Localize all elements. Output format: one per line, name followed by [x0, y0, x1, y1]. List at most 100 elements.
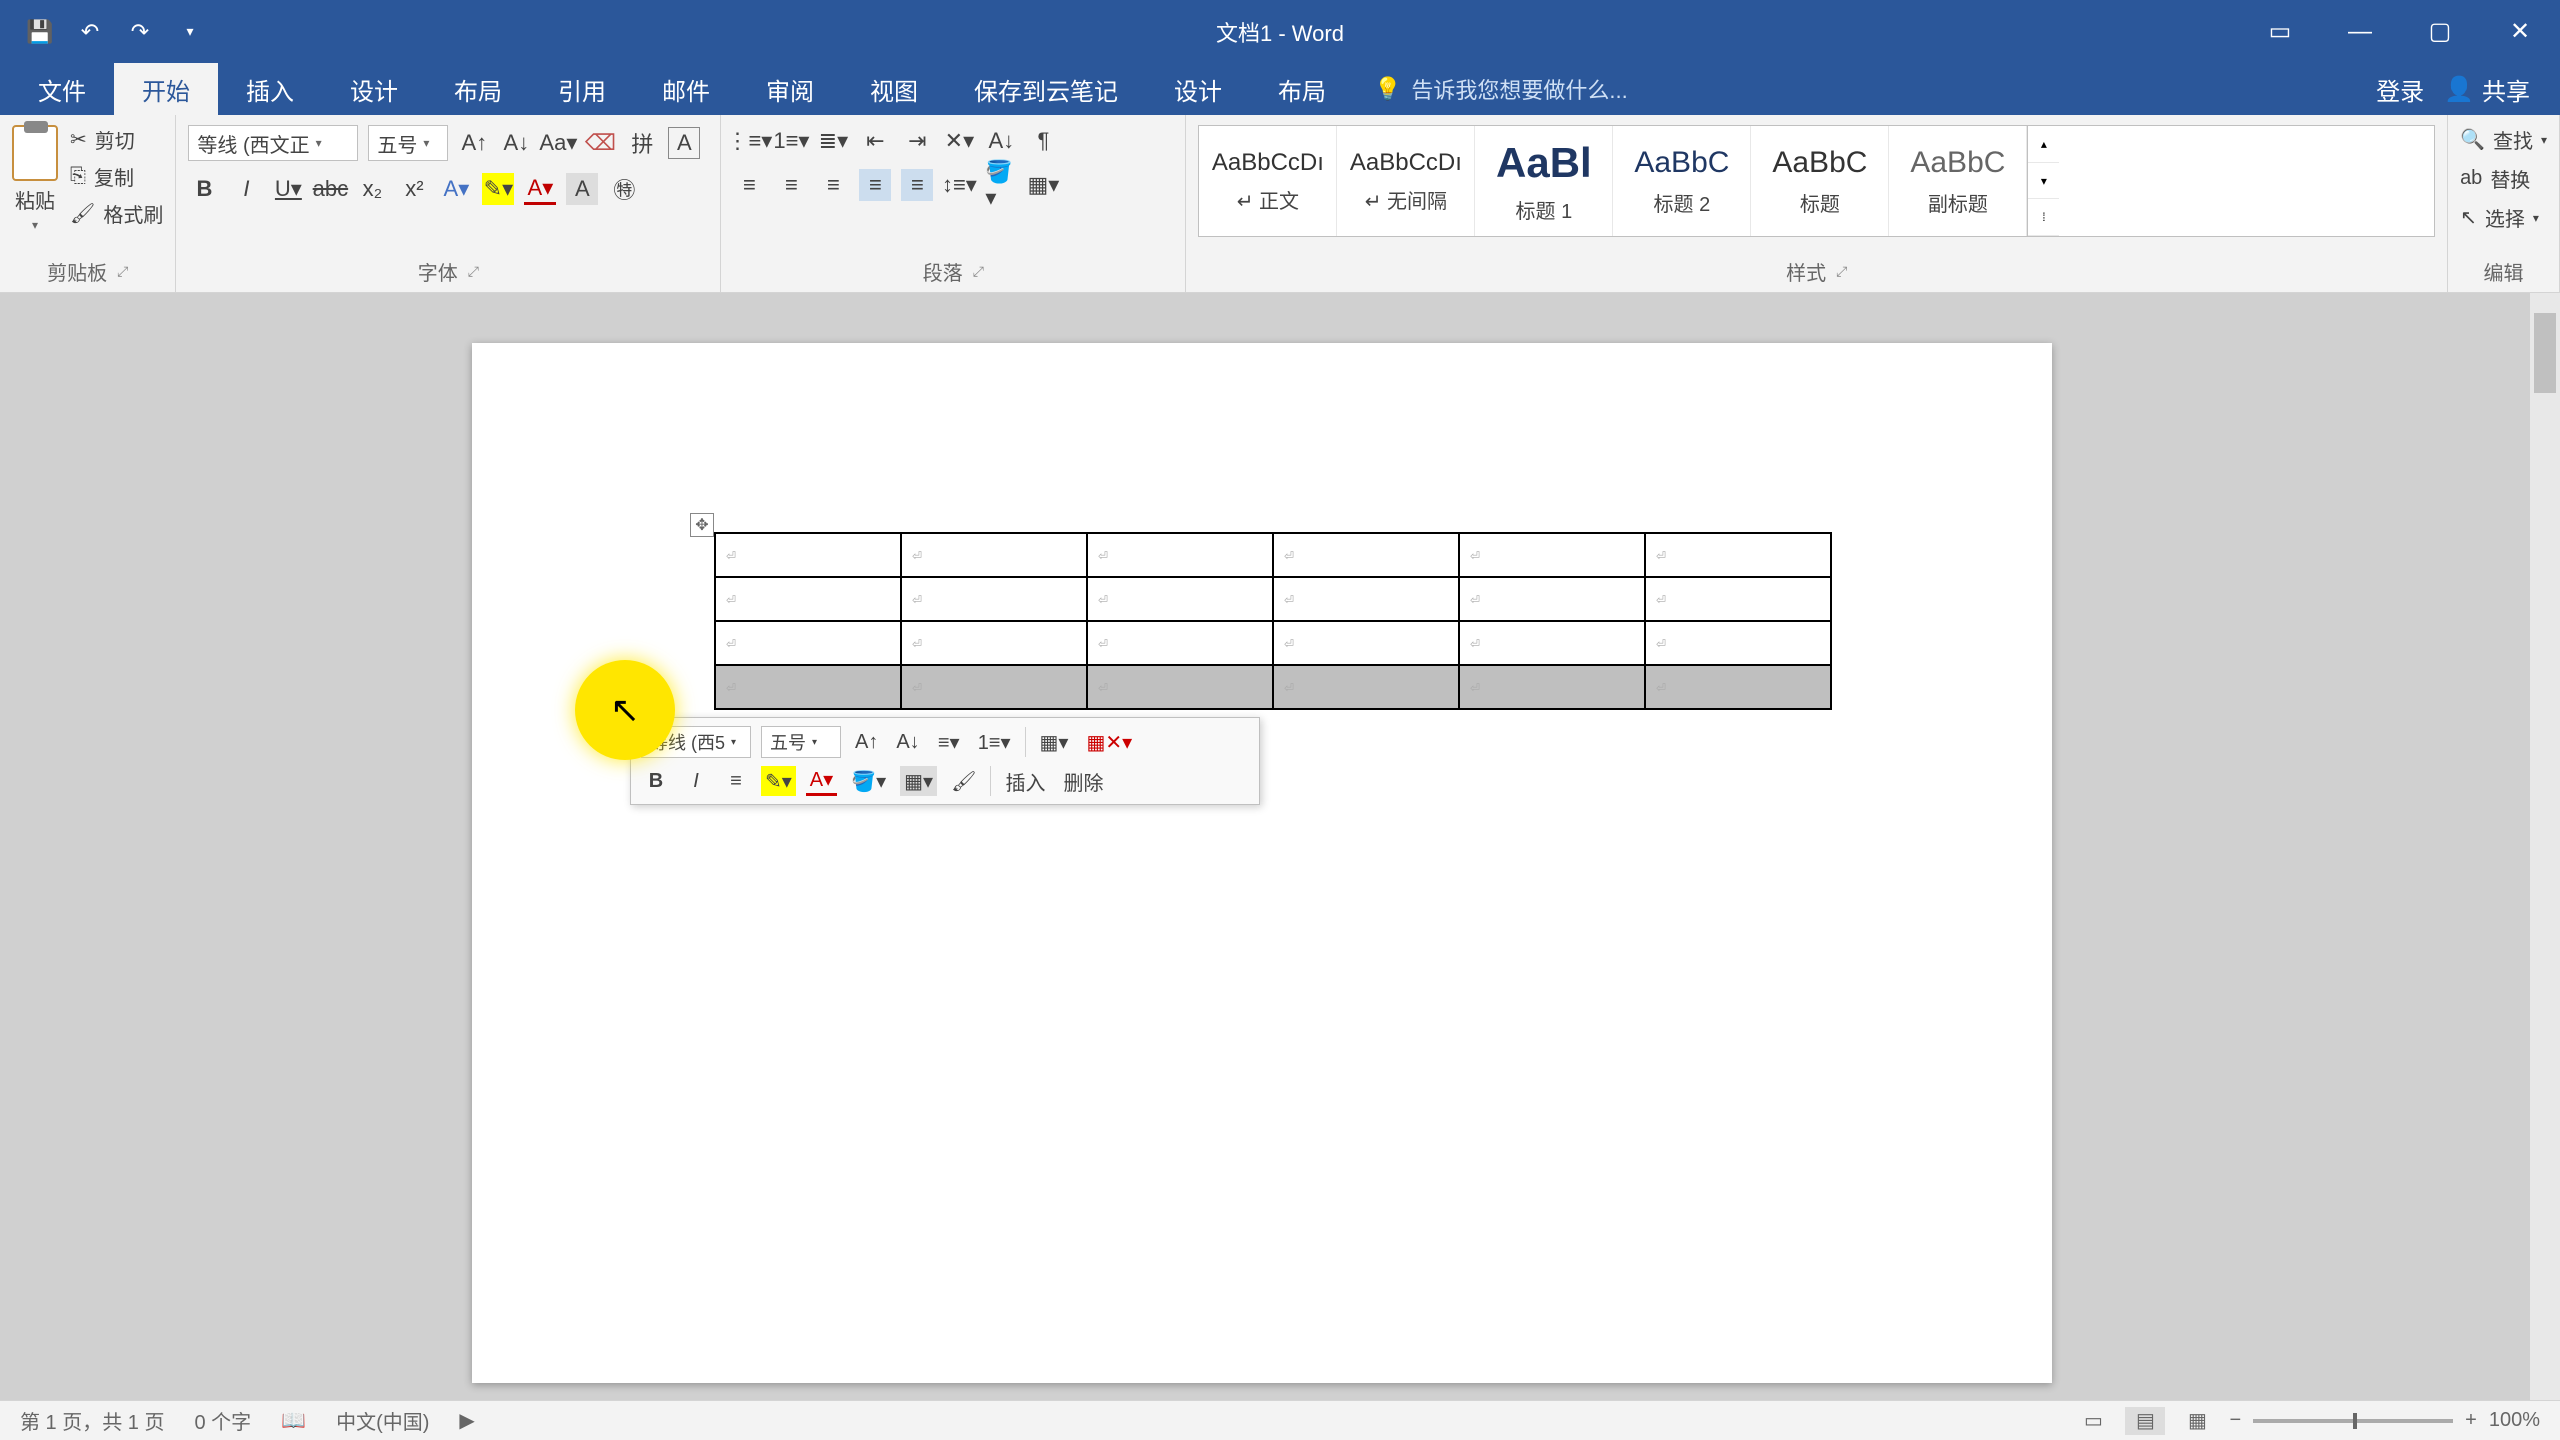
strikethrough-button[interactable]: abc — [314, 173, 346, 205]
char-border-icon[interactable]: A — [668, 127, 700, 159]
font-size-combo[interactable]: 五号▾ — [368, 125, 448, 161]
font-color-icon[interactable]: A▾ — [524, 173, 556, 205]
status-words[interactable]: 0 个字 — [194, 1406, 251, 1435]
text-effects-icon[interactable]: A▾ — [440, 173, 472, 205]
page[interactable]: ✥ ⏎⏎⏎⏎⏎⏎ ⏎⏎⏎⏎⏎⏎ ⏎⏎⏎⏎⏎⏎ ⏎⏎⏎⏎⏎⏎ ↖ 等线 (西5▾ … — [472, 343, 2052, 1383]
login-button[interactable]: 登录 — [2376, 72, 2424, 107]
vertical-scrollbar[interactable] — [2530, 293, 2560, 1400]
decrease-indent-icon[interactable]: ⇤ — [859, 125, 891, 157]
find-button[interactable]: 🔍查找▾ — [2460, 125, 2547, 154]
style-subtitle[interactable]: AaBbC副标题 — [1889, 126, 2027, 236]
borders-icon[interactable]: ▦▾ — [1027, 169, 1059, 201]
status-macro-icon[interactable]: ▶ — [459, 1408, 474, 1433]
qat-customize-icon[interactable]: ▾ — [170, 12, 210, 52]
tab-table-design[interactable]: 设计 — [1146, 63, 1250, 115]
tab-save-cloud[interactable]: 保存到云笔记 — [946, 63, 1146, 115]
align-left-icon[interactable]: ≡ — [733, 169, 765, 201]
document-table[interactable]: ⏎⏎⏎⏎⏎⏎ ⏎⏎⏎⏎⏎⏎ ⏎⏎⏎⏎⏎⏎ ⏎⏎⏎⏎⏎⏎ — [714, 532, 1832, 710]
tab-file[interactable]: 文件 — [10, 63, 114, 115]
zoom-in-button[interactable]: + — [2465, 1409, 2477, 1432]
dialog-launcher-icon[interactable]: ⤢ — [468, 263, 479, 280]
share-button[interactable]: 👤 共享 — [2444, 72, 2530, 107]
mini-delete-button[interactable]: 删除 — [1059, 766, 1107, 796]
format-painter-button[interactable]: 🖌格式刷 — [70, 199, 163, 228]
phonetic-guide-icon[interactable]: 拼 — [626, 127, 658, 159]
tab-design[interactable]: 设计 — [322, 63, 426, 115]
table-row[interactable]: ⏎⏎⏎⏎⏎⏎ — [715, 533, 1831, 577]
status-language[interactable]: 中文(中国) — [336, 1406, 429, 1435]
zoom-out-button[interactable]: − — [2229, 1409, 2241, 1432]
minimize-icon[interactable]: — — [2320, 0, 2400, 63]
char-shading-icon[interactable]: A — [566, 173, 598, 205]
mini-bullets-icon[interactable]: ≡▾ — [934, 727, 964, 757]
status-proofing-icon[interactable]: 📖 — [281, 1408, 306, 1433]
style-no-spacing[interactable]: AaBbCcDı↵ 无间隔 — [1337, 126, 1475, 236]
tab-references[interactable]: 引用 — [530, 63, 634, 115]
mini-insert-button[interactable]: 插入 — [1001, 766, 1049, 796]
style-heading2[interactable]: AaBbC标题 2 — [1613, 126, 1751, 236]
select-button[interactable]: ↖选择▾ — [2460, 203, 2547, 232]
mini-align-icon[interactable]: ≡ — [721, 766, 751, 796]
tab-home[interactable]: 开始 — [114, 63, 218, 115]
multilevel-icon[interactable]: ≣▾ — [817, 125, 849, 157]
tab-table-layout[interactable]: 布局 — [1250, 63, 1354, 115]
zoom-slider[interactable] — [2253, 1419, 2453, 1423]
font-name-combo[interactable]: 等线 (西文正▾ — [188, 125, 358, 161]
mini-delete-table-icon[interactable]: ▦✕▾ — [1082, 727, 1136, 757]
table-row[interactable]: ⏎⏎⏎⏎⏎⏎ — [715, 621, 1831, 665]
mini-numbering-icon[interactable]: 1≡▾ — [974, 727, 1015, 757]
scroll-thumb[interactable] — [2534, 313, 2556, 393]
bold-button[interactable]: B — [188, 173, 220, 205]
table-row-selected[interactable]: ⏎⏎⏎⏎⏎⏎ — [715, 665, 1831, 709]
save-icon[interactable]: 💾 — [20, 12, 60, 52]
mini-borders-icon[interactable]: ▦▾ — [900, 766, 937, 796]
dialog-launcher-icon[interactable]: ⤢ — [1836, 263, 1847, 280]
status-page[interactable]: 第 1 页，共 1 页 — [20, 1406, 164, 1435]
mini-format-painter-icon[interactable]: 🖌 — [947, 766, 980, 796]
copy-button[interactable]: ⎘复制 — [70, 162, 163, 191]
line-spacing-icon[interactable]: ↕≡▾ — [943, 169, 975, 201]
tab-layout[interactable]: 布局 — [426, 63, 530, 115]
numbering-icon[interactable]: 1≡▾ — [775, 125, 807, 157]
maximize-icon[interactable]: ▢ — [2400, 0, 2480, 63]
styles-scroll[interactable]: ▴▾⁞ — [2027, 126, 2059, 236]
dialog-launcher-icon[interactable]: ⤢ — [973, 263, 984, 280]
bullets-icon[interactable]: ⋮≡▾ — [733, 125, 765, 157]
table-move-handle[interactable]: ✥ — [690, 513, 714, 537]
shrink-font-icon[interactable]: A↓ — [500, 127, 532, 159]
tab-view[interactable]: 视图 — [842, 63, 946, 115]
view-read-icon[interactable]: ▭ — [2073, 1407, 2113, 1435]
superscript-button[interactable]: x² — [398, 173, 430, 205]
tab-insert[interactable]: 插入 — [218, 63, 322, 115]
mini-italic-button[interactable]: I — [681, 766, 711, 796]
grow-font-icon[interactable]: A↑ — [458, 127, 490, 159]
mini-shading-icon[interactable]: 🪣▾ — [847, 766, 890, 796]
change-case-icon[interactable]: Aa▾ — [542, 127, 574, 159]
distributed-icon[interactable]: ≡ — [901, 169, 933, 201]
tab-review[interactable]: 审阅 — [738, 63, 842, 115]
mini-shrink-icon[interactable]: A↓ — [892, 727, 923, 757]
shading-icon[interactable]: 🪣▾ — [985, 169, 1017, 201]
ribbon-display-icon[interactable]: ▭ — [2240, 0, 2320, 63]
cut-button[interactable]: ✂剪切 — [70, 125, 163, 154]
table-row[interactable]: ⏎⏎⏎⏎⏎⏎ — [715, 577, 1831, 621]
justify-icon[interactable]: ≡ — [859, 169, 891, 201]
style-normal[interactable]: AaBbCcDı↵ 正文 — [1199, 126, 1337, 236]
sort-icon[interactable]: A↓ — [985, 125, 1017, 157]
paste-button[interactable]: 粘贴 ▾ — [12, 125, 58, 232]
show-marks-icon[interactable]: ¶ — [1027, 125, 1059, 157]
mini-bold-button[interactable]: B — [641, 766, 671, 796]
underline-button[interactable]: U▾ — [272, 173, 304, 205]
enclose-char-icon[interactable]: ㊕ — [608, 173, 640, 205]
close-icon[interactable]: ✕ — [2480, 0, 2560, 63]
styles-gallery[interactable]: AaBbCcDı↵ 正文 AaBbCcDı↵ 无间隔 AaBl标题 1 AaBb… — [1198, 125, 2435, 237]
zoom-level[interactable]: 100% — [2489, 1409, 2540, 1432]
mini-size-combo[interactable]: 五号▾ — [761, 726, 841, 758]
increase-indent-icon[interactable]: ⇥ — [901, 125, 933, 157]
view-print-icon[interactable]: ▤ — [2125, 1407, 2165, 1435]
view-web-icon[interactable]: ▦ — [2177, 1407, 2217, 1435]
mini-table-icon[interactable]: ▦▾ — [1036, 727, 1073, 757]
redo-icon[interactable]: ↷ — [120, 12, 160, 52]
italic-button[interactable]: I — [230, 173, 262, 205]
tell-me-search[interactable]: 💡 告诉我您想要做什么... — [1374, 73, 1628, 105]
